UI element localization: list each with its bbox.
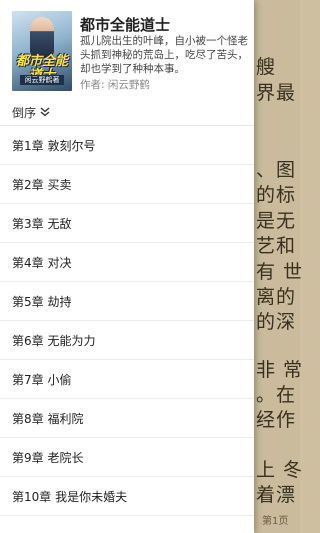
chapter-item[interactable]: 第4章 对决 <box>0 243 254 282</box>
book-author: 作者: 闲云野鹤 <box>80 79 150 91</box>
reader-line: 是无 <box>256 210 297 232</box>
sort-toggle[interactable]: 倒序 <box>12 103 50 121</box>
reader-line: 的标 <box>256 184 297 206</box>
chapter-drawer: 都市全能道士 闲云野鹤著 都市全能道士 孤儿院出生的叶峰，自小被一个怪老头抓到神… <box>0 0 254 533</box>
chapter-item[interactable]: 第6章 无能为力 <box>0 321 254 360</box>
reader-line: 经作 <box>256 409 297 431</box>
chapter-item[interactable]: 第10章 我是你未婚夫 <box>0 477 254 516</box>
chapter-item[interactable]: 第1章 敦刻尔号 <box>0 126 254 165</box>
chapter-item[interactable]: 第7章 小偷 <box>0 360 254 399</box>
reader-line: 艘 <box>256 56 277 78</box>
book-cover[interactable]: 都市全能道士 闲云野鹤著 <box>12 11 72 91</box>
reader-line: 艺和 <box>256 235 297 257</box>
chapter-list: 第1章 敦刻尔号 第2章 买卖 第3章 无敌 第4章 对决 第5章 劫持 第6章… <box>0 126 254 516</box>
cover-figure <box>30 17 54 57</box>
reader-line: 离的 <box>256 286 297 308</box>
chapter-item[interactable]: 第9章 老院长 <box>0 438 254 477</box>
reader-line: 的深 <box>256 311 297 333</box>
reader-line: 非 常 <box>256 359 304 381</box>
chapter-item[interactable]: 第5章 劫持 <box>0 282 254 321</box>
chapter-item[interactable]: 第8章 福利院 <box>0 399 254 438</box>
book-title: 都市全能道士 <box>80 16 171 34</box>
reader-line: 着漂 <box>256 484 297 506</box>
chapter-item[interactable]: 第2章 买卖 <box>0 165 254 204</box>
page-indicator: 第1页 <box>262 516 289 527</box>
reader-page-text: 艘 界最 、图 的标 是无 艺和 有 世 离的 的深 非 常 。在 经作 上 冬… <box>254 0 314 533</box>
reader-line: 界最 <box>256 82 297 104</box>
cover-author: 闲云野鹤著 <box>20 75 64 85</box>
book-header: 都市全能道士 闲云野鹤著 都市全能道士 孤儿院出生的叶峰，自小被一个怪老头抓到神… <box>0 0 254 96</box>
chapter-item[interactable]: 第3章 无敌 <box>0 204 254 243</box>
book-description: 孤儿院出生的叶峰，自小被一个怪老头抓到神秘的荒岛上，吃尽了苦头，却也学到了种种本… <box>80 35 248 75</box>
sort-label: 倒序 <box>12 105 37 120</box>
reader-line: 上 冬 <box>256 459 304 481</box>
reader-line: 、图 <box>256 159 297 181</box>
double-chevron-down-icon <box>40 107 50 117</box>
reader-line: 。在 <box>256 384 297 406</box>
reader-line: 有 世 <box>256 261 304 283</box>
